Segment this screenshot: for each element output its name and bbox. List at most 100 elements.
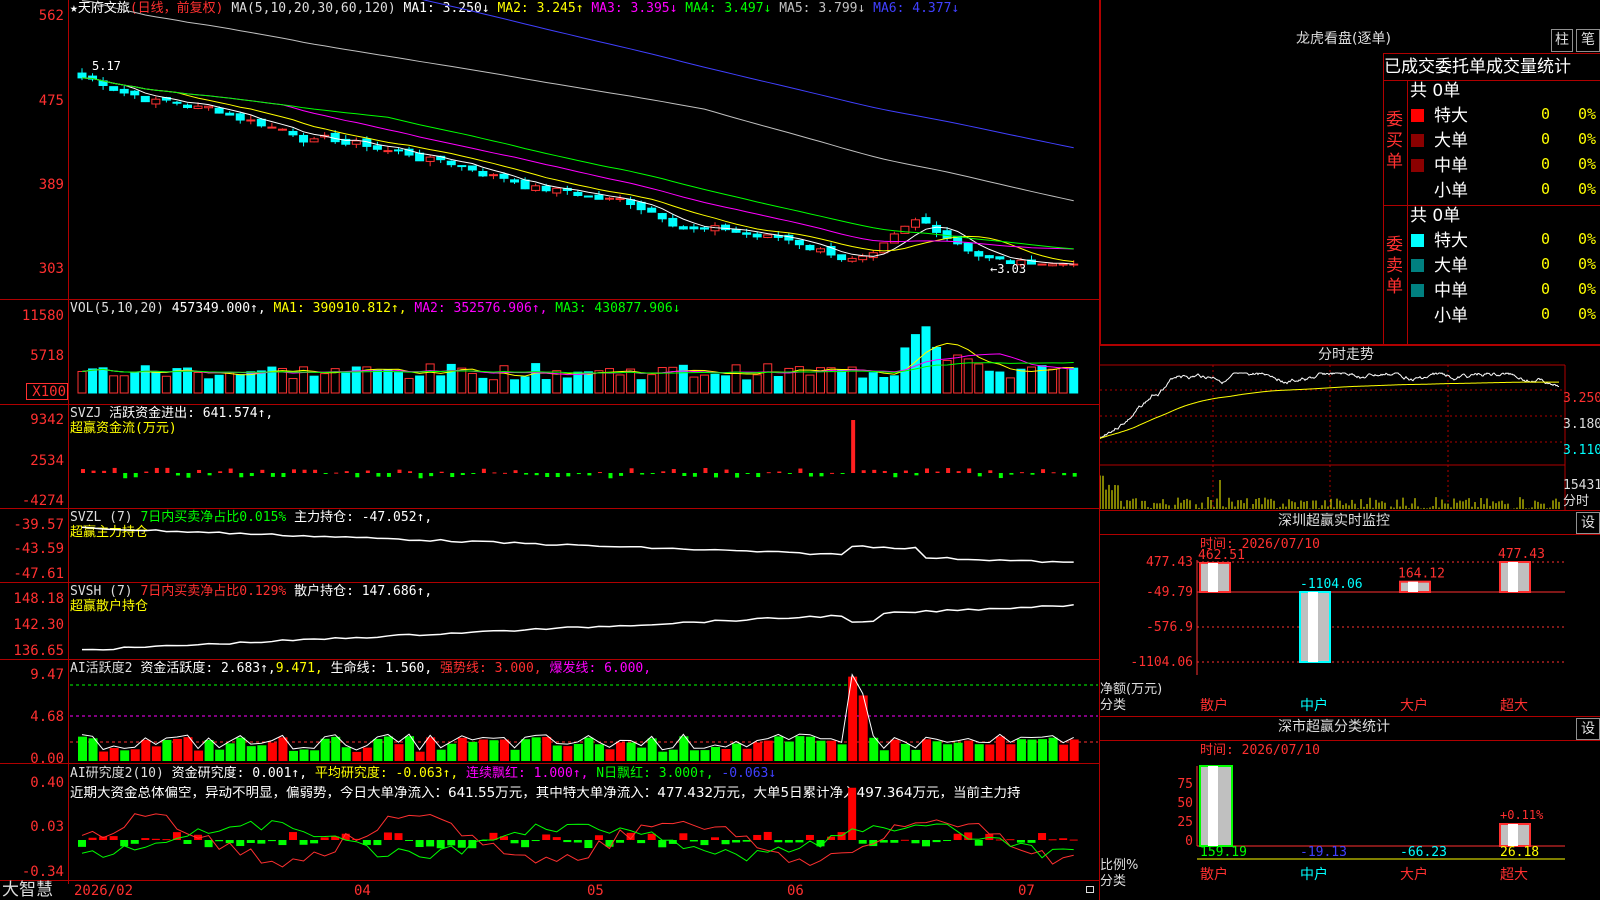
- volume-bar: [531, 363, 541, 394]
- candle: [130, 90, 140, 96]
- svzj-bar: [281, 473, 286, 478]
- activity-bar: [109, 748, 119, 761]
- candle: [668, 217, 678, 227]
- svzj-bar: [102, 470, 107, 473]
- volume-bar: [151, 371, 161, 394]
- volume-bar: [436, 375, 446, 394]
- activity-bar: [373, 738, 383, 761]
- candle: [605, 197, 614, 200]
- svzj-bar: [207, 473, 212, 476]
- activity-bar: [78, 736, 87, 761]
- activity-bar: [162, 739, 172, 761]
- research-bar: [236, 840, 245, 847]
- activity-bar: [172, 738, 182, 761]
- svzj-bar: [165, 467, 170, 473]
- research-bar: [1016, 840, 1025, 843]
- svzj-bar: [988, 470, 993, 473]
- svzj-bar: [956, 471, 961, 473]
- sell-row-value: 0: [1541, 230, 1551, 248]
- activity-bar: [151, 746, 161, 761]
- bar-mode-button[interactable]: 柱: [1551, 29, 1573, 52]
- low-mark: ←3.03: [990, 262, 1027, 276]
- fs-vol2: 分时: [1563, 494, 1590, 509]
- research-bar: [1006, 839, 1015, 841]
- sell-row-name: 特大: [1434, 231, 1468, 251]
- activity-bar: [763, 740, 773, 761]
- buy-row-value: 0: [1541, 155, 1551, 173]
- candle: [446, 160, 456, 166]
- ma-line: [81, 77, 1074, 265]
- activity-bar: [626, 742, 636, 761]
- fs-vol: 15431: [1563, 478, 1600, 493]
- svzj-bar: [703, 467, 708, 473]
- svzj-bar: [861, 470, 866, 473]
- buy-swatch: [1411, 159, 1424, 172]
- research-bar: [890, 840, 899, 843]
- buy-row-pct: 0%: [1578, 155, 1597, 173]
- high-mark: 5.17: [92, 59, 121, 73]
- research-bar: [246, 840, 255, 843]
- svzj-bar: [524, 473, 529, 475]
- activity-bar: [658, 751, 668, 761]
- buy-row-pct: 0%: [1578, 180, 1597, 198]
- activity-bar: [1059, 744, 1069, 761]
- candle: [647, 207, 657, 213]
- sz-ytick: -1104.06: [1130, 655, 1193, 670]
- candle: [763, 234, 773, 238]
- volume-bar: [1048, 368, 1058, 394]
- volume-bar: [984, 370, 994, 394]
- volume-bar: [562, 377, 572, 394]
- research-bar: [320, 837, 329, 840]
- activity-bar: [1038, 739, 1048, 761]
- activity-bar: [362, 747, 372, 761]
- research-bar: [869, 840, 878, 847]
- svzj-bar: [724, 469, 729, 473]
- volume-bar: [773, 376, 783, 394]
- svzj-bar: [851, 420, 856, 473]
- svzj-bar: [481, 468, 486, 473]
- candle: [552, 187, 562, 194]
- activity-bar: [1048, 737, 1058, 761]
- fl-pct: +0.11%: [1500, 808, 1544, 822]
- svzj-bar: [745, 473, 750, 474]
- volume-bar: [995, 371, 1005, 394]
- research-bar: [267, 840, 276, 842]
- research-bar: [204, 840, 213, 848]
- activity-bar: [531, 737, 541, 761]
- ma-line: [81, 0, 1074, 202]
- svzj-bar: [777, 471, 782, 473]
- candle: [531, 185, 541, 191]
- research-bar: [447, 840, 456, 846]
- research-bar: [795, 840, 804, 843]
- research-bar: [922, 840, 930, 847]
- svzj-bar: [144, 471, 149, 473]
- sz-category: 散户: [1200, 697, 1228, 714]
- svzj-bar: [133, 473, 138, 478]
- volume-bar: [309, 375, 319, 394]
- candle: [467, 165, 477, 171]
- activity-bar: [616, 742, 626, 761]
- candle: [1048, 263, 1058, 267]
- activity-bar: [436, 749, 446, 761]
- tick-mode-button[interactable]: 笔: [1576, 29, 1600, 52]
- research-bar: [130, 840, 139, 844]
- candle: [204, 105, 214, 109]
- svzj-bar: [914, 473, 919, 476]
- activity-bar: [721, 749, 731, 761]
- activity-bar: [573, 743, 583, 761]
- candle: [636, 201, 646, 211]
- activity-bar: [225, 743, 235, 761]
- volume-bar: [109, 375, 119, 394]
- volume-bar: [541, 379, 551, 394]
- left-chart-area[interactable]: ★天府文旅(日线，前复权) MA(5,10,20,30,60,120) MA1:…: [0, 0, 1100, 900]
- svzj-bar: [386, 473, 391, 477]
- buy-row-pct: 0%: [1578, 105, 1597, 123]
- activity-bar: [605, 749, 615, 761]
- svzj-bar: [534, 473, 539, 476]
- activity-bar: [331, 736, 341, 761]
- activity-bar: [858, 695, 868, 761]
- research-bar: [943, 840, 952, 841]
- svzj-bar: [830, 472, 835, 474]
- svzj-bar: [175, 473, 180, 476]
- activity-bar: [88, 738, 98, 761]
